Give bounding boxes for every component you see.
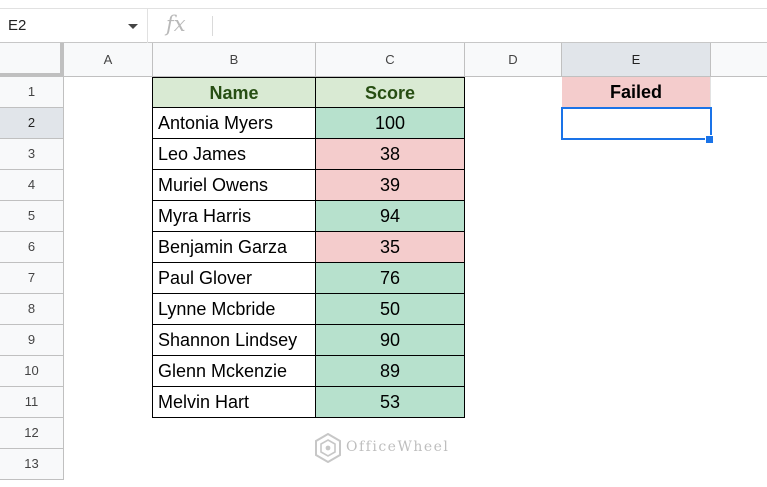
header-cell-name[interactable]: Name	[152, 77, 316, 108]
column-header-b[interactable]: B	[153, 43, 316, 77]
row-header-5[interactable]: 5	[0, 201, 64, 232]
score-cell[interactable]: 100	[316, 108, 465, 139]
selected-cell-e2[interactable]	[561, 107, 712, 140]
row-header-6[interactable]: 6	[0, 232, 64, 263]
score-cell[interactable]: 94	[316, 201, 465, 232]
header-cell-score[interactable]: Score	[316, 77, 465, 108]
name-cell[interactable]: Muriel Owens	[152, 170, 316, 201]
row-header-12[interactable]: 12	[0, 418, 64, 449]
name-cell[interactable]: Melvin Hart	[152, 387, 316, 418]
officewheel-logo-icon	[315, 433, 341, 463]
name-cell[interactable]: Glenn Mckenzie	[152, 356, 316, 387]
column-header-f[interactable]	[711, 43, 767, 77]
row-header-3[interactable]: 3	[0, 139, 64, 170]
name-cell[interactable]: Shannon Lindsey	[152, 325, 316, 356]
fx-icon: fx	[166, 12, 186, 36]
formula-bar: E2 fx	[0, 8, 767, 43]
fill-handle[interactable]	[705, 135, 714, 144]
score-cell[interactable]: 39	[316, 170, 465, 201]
row-header-9[interactable]: 9	[0, 325, 64, 356]
score-cell[interactable]: 90	[316, 325, 465, 356]
row-header-7[interactable]: 7	[0, 263, 64, 294]
name-cell[interactable]: Paul Glover	[152, 263, 316, 294]
row-header-4[interactable]: 4	[0, 170, 64, 201]
row-header-13[interactable]: 13	[0, 449, 64, 480]
officewheel-watermark: OfficeWheel	[314, 429, 464, 469]
column-header-e[interactable]: E	[562, 43, 711, 77]
score-cell[interactable]: 50	[316, 294, 465, 325]
failed-header-cell[interactable]: Failed	[562, 77, 711, 108]
column-header-c[interactable]: C	[316, 43, 465, 77]
formula-input[interactable]	[220, 9, 767, 43]
score-cell[interactable]: 35	[316, 232, 465, 263]
score-cell[interactable]: 53	[316, 387, 465, 418]
chevron-down-icon[interactable]	[128, 24, 138, 29]
name-cell[interactable]: Myra Harris	[152, 201, 316, 232]
row-header-8[interactable]: 8	[0, 294, 64, 325]
name-cell[interactable]: Antonia Myers	[152, 108, 316, 139]
score-cell[interactable]: 38	[316, 139, 465, 170]
row-header-11[interactable]: 11	[0, 387, 64, 418]
formula-divider	[212, 16, 213, 36]
row-header-1[interactable]: 1	[0, 77, 64, 108]
column-header-d[interactable]: D	[465, 43, 562, 77]
name-box-value: E2	[8, 17, 27, 34]
score-cell[interactable]: 89	[316, 356, 465, 387]
name-cell[interactable]: Leo James	[152, 139, 316, 170]
name-cell[interactable]: Lynne Mcbride	[152, 294, 316, 325]
name-cell[interactable]: Benjamin Garza	[152, 232, 316, 263]
row-header-10[interactable]: 10	[0, 356, 64, 387]
column-header-a[interactable]: A	[64, 43, 153, 77]
row-header-2[interactable]: 2	[0, 108, 64, 139]
watermark-text: OfficeWheel	[346, 439, 450, 455]
name-box[interactable]: E2	[0, 9, 148, 43]
select-all-corner[interactable]	[0, 43, 64, 77]
score-cell[interactable]: 76	[316, 263, 465, 294]
